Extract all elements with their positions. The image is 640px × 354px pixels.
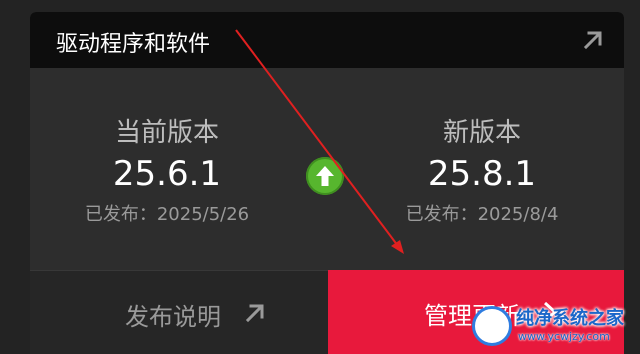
external-link-icon[interactable] [582, 29, 604, 51]
release-notes-label: 发布说明 [125, 303, 221, 331]
watermark-logo: 纯净系统之家 www.ycwjzy.com [472, 302, 636, 350]
release-notes-button[interactable]: 发布说明 [30, 270, 328, 354]
card-title: 驱动程序和软件 [56, 32, 211, 57]
current-release-date: 已发布：2025/5/26 [84, 204, 250, 225]
release-notes-external-link-icon [244, 302, 266, 324]
current-version-label: 当前版本 [114, 118, 219, 148]
watermark-badge-icon [472, 306, 512, 346]
card-header[interactable]: 驱动程序和软件 [30, 12, 624, 68]
current-version-block: 当前版本 25.6.1 已发布：2025/5/26 [52, 116, 282, 228]
new-version-number: 25.8.1 [427, 154, 537, 194]
new-version-block: 新版本 25.8.1 已发布：2025/8/4 [367, 116, 597, 228]
current-version-number: 25.6.1 [112, 154, 222, 194]
new-version-label: 新版本 [442, 118, 521, 148]
watermark-name: 纯净系统之家 [516, 308, 624, 329]
watermark-url: www.ycwjzy.com [518, 330, 610, 343]
new-release-date: 已发布：2025/8/4 [405, 204, 559, 225]
up-arrow-icon [306, 157, 344, 195]
